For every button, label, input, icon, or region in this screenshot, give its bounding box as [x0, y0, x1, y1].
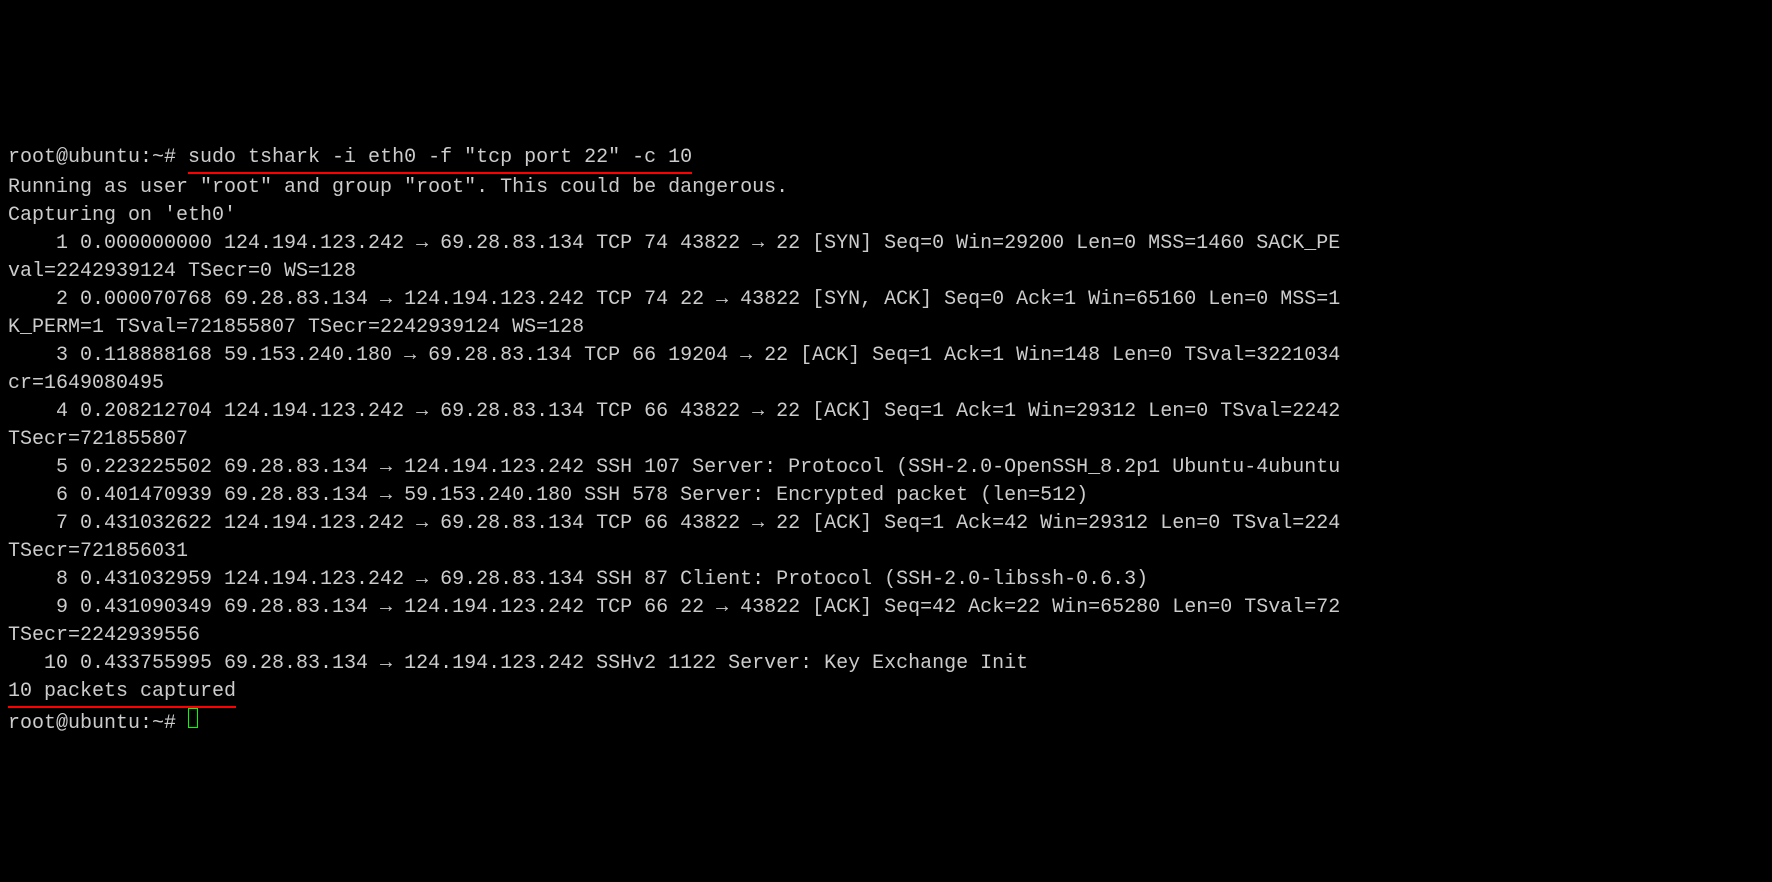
output-line: Running as user "root" and group "root".… [8, 176, 788, 199]
output-line: 6 0.401470939 69.28.83.134 → 59.153.240.… [8, 484, 1088, 507]
output-line: 3 0.118888168 59.153.240.180 → 69.28.83.… [8, 344, 1340, 367]
prompt-line-2: root@ubuntu:~# [8, 712, 198, 735]
output-line: TSecr=721856031 [8, 540, 188, 563]
terminal-cursor [188, 708, 198, 728]
prompt-line-1: root@ubuntu:~# sudo tshark -i eth0 -f "t… [8, 146, 692, 169]
shell-prompt: root@ubuntu:~# [8, 712, 188, 735]
summary-line: 10 packets captured [8, 680, 236, 703]
output-line: 1 0.000000000 124.194.123.242 → 69.28.83… [8, 232, 1340, 255]
output-line: val=2242939124 TSecr=0 WS=128 [8, 260, 356, 283]
output-line: K_PERM=1 TSval=721855807 TSecr=224293912… [8, 316, 584, 339]
output-line: 7 0.431032622 124.194.123.242 → 69.28.83… [8, 512, 1340, 535]
shell-prompt: root@ubuntu:~# [8, 146, 188, 169]
output-line: 10 0.433755995 69.28.83.134 → 124.194.12… [8, 652, 1028, 675]
output-line: 5 0.223225502 69.28.83.134 → 124.194.123… [8, 456, 1340, 479]
output-line: 8 0.431032959 124.194.123.242 → 69.28.83… [8, 568, 1148, 591]
output-line: TSecr=2242939556 [8, 624, 200, 647]
output-line: Capturing on 'eth0' [8, 204, 236, 227]
output-line: 4 0.208212704 124.194.123.242 → 69.28.83… [8, 400, 1340, 423]
command-text: sudo tshark -i eth0 -f "tcp port 22" -c … [188, 144, 692, 174]
output-line: 9 0.431090349 69.28.83.134 → 124.194.123… [8, 596, 1340, 619]
output-line: 2 0.000070768 69.28.83.134 → 124.194.123… [8, 288, 1340, 311]
terminal-window[interactable]: root@ubuntu:~# sudo tshark -i eth0 -f "t… [8, 116, 1764, 738]
packets-captured-text: 10 packets captured [8, 678, 236, 708]
output-line: TSecr=721855807 [8, 428, 188, 451]
output-line: cr=1649080495 [8, 372, 164, 395]
